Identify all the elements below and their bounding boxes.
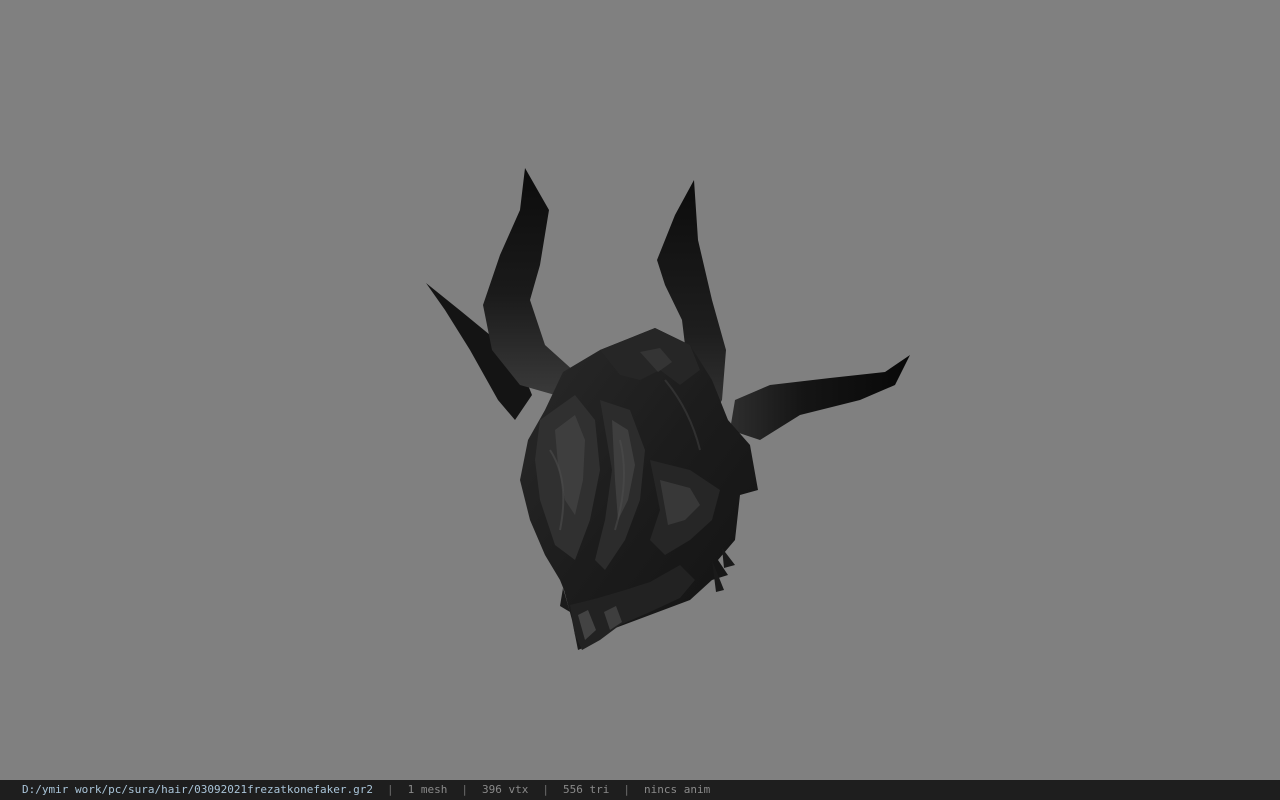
horned-helmet-model[interactable] <box>0 0 1280 780</box>
anim-status: nincs anim <box>643 783 711 796</box>
3d-viewport[interactable] <box>0 0 1280 780</box>
separator: | <box>387 783 394 796</box>
separator: | <box>461 783 468 796</box>
file-path: D:/ymir work/pc/sura/hair/03092021frezat… <box>22 783 373 796</box>
separator: | <box>623 783 630 796</box>
vertex-count: 396 vtx <box>482 783 529 796</box>
triangle-count: 556 tri <box>562 783 610 796</box>
jaw-spike <box>722 548 735 568</box>
right-side-horn <box>730 355 910 440</box>
mesh-count: 1 mesh <box>407 783 448 796</box>
separator: | <box>542 783 549 796</box>
status-bar: D:/ymir work/pc/sura/hair/03092021frezat… <box>0 780 1280 800</box>
